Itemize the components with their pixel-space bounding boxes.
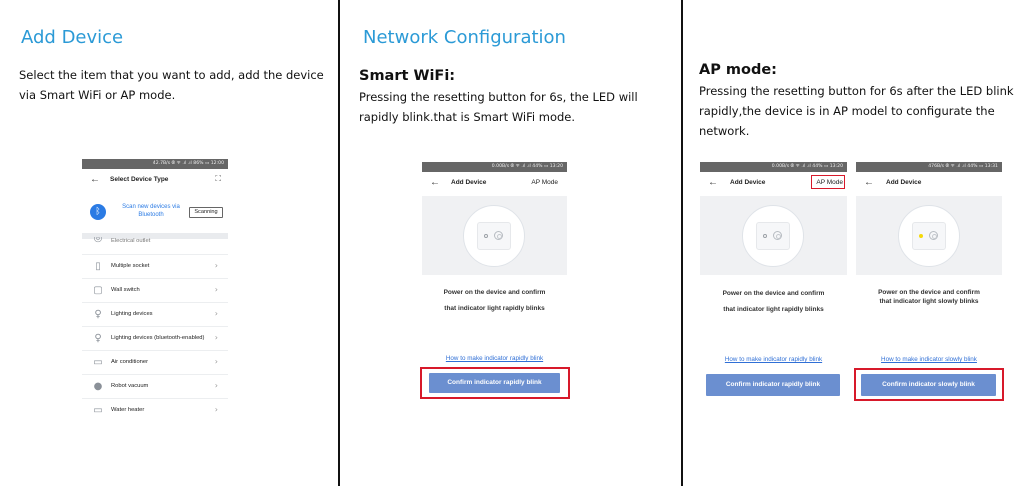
section-description: Pressing the resetting button for 6s, th… bbox=[359, 90, 638, 124]
device-illustration-area bbox=[856, 196, 1002, 275]
list-item[interactable]: ▭ Water heater › bbox=[82, 398, 228, 421]
section-title: Add Device bbox=[21, 27, 124, 48]
list-item-label: Water heater bbox=[111, 407, 145, 413]
phone-header: ← Add Device bbox=[856, 172, 1002, 196]
phone-screenshot-ap-mode: 0.00B/s ⦾ ᯤ .ıl .ıl 44% ▭ 13:20 ← Add De… bbox=[700, 162, 847, 402]
reset-button-icon bbox=[773, 231, 782, 240]
phone-title: Add Device bbox=[451, 179, 487, 186]
instruction-line-1: Power on the device and confirm bbox=[878, 289, 980, 296]
list-item-label: Multiple socket bbox=[111, 263, 150, 269]
instruction-line-1: Power on the device and confirm bbox=[722, 290, 825, 297]
confirm-button[interactable]: Confirm indicator rapidly blink bbox=[706, 374, 840, 396]
how-to-link[interactable]: How to make indicator rapidly blink bbox=[700, 356, 847, 363]
device-illustration-area bbox=[422, 196, 567, 275]
status-bar: 0.00B/s ⦾ ᯤ .ıl .ıl 44% ▭ 13:20 bbox=[422, 162, 567, 172]
section-description: Select the item that you want to add, ad… bbox=[19, 68, 324, 102]
panel-ap-mode: AP mode: Pressing the resetting button f… bbox=[683, 0, 1024, 486]
instruction-line-2: that indicator light rapidly blinks bbox=[444, 305, 545, 312]
chevron-right-icon: › bbox=[214, 333, 218, 342]
list-item-label: Lighting devices (bluetooth-enabled) bbox=[111, 335, 205, 341]
list-item-label: Wall switch bbox=[111, 287, 140, 293]
indicator-led bbox=[763, 234, 767, 238]
outlet-icon: ◎ bbox=[93, 237, 103, 244]
ap-mode-link[interactable]: AP Mode bbox=[531, 179, 558, 186]
indicator-led bbox=[484, 234, 488, 238]
phone-header: ← Add Device AP Mode bbox=[422, 172, 567, 196]
wall-switch-icon: ▢ bbox=[93, 285, 103, 296]
phone-title: Select Device Type bbox=[110, 176, 169, 183]
reset-button-icon bbox=[929, 231, 938, 240]
list-item-label: Lighting devices bbox=[111, 311, 153, 317]
air-conditioner-icon: ▭ bbox=[93, 357, 103, 368]
list-item-label: Electrical outlet bbox=[111, 238, 151, 244]
how-to-link[interactable]: How to make indicator slowly blink bbox=[856, 356, 1002, 363]
indicator-led bbox=[919, 234, 923, 238]
back-arrow-icon[interactable]: ← bbox=[90, 174, 100, 185]
power-strip-icon: ▯ bbox=[95, 261, 101, 272]
how-to-link[interactable]: How to make indicator rapidly blink bbox=[422, 355, 567, 362]
robot-vacuum-icon: ● bbox=[93, 381, 103, 392]
list-item[interactable]: ♀ Lighting devices (bluetooth-enabled) › bbox=[82, 326, 228, 350]
scanning-button[interactable]: Scanning bbox=[189, 207, 223, 218]
bluetooth-scan-row: ᛒ Scan new devices via Bluetooth Scannin… bbox=[82, 193, 228, 233]
section-subhead: AP mode: bbox=[699, 62, 777, 78]
ap-mode-highlight-box bbox=[811, 175, 845, 189]
section-description: Pressing the resetting button for 6s aft… bbox=[699, 84, 1014, 138]
list-item[interactable]: ● Robot vacuum › bbox=[82, 374, 228, 398]
back-arrow-icon[interactable]: ← bbox=[864, 177, 874, 188]
back-arrow-icon[interactable]: ← bbox=[708, 177, 718, 188]
phone-screenshot-smart-wifi: 0.00B/s ⦾ ᯤ .ıl .ıl 44% ▭ 13:20 ← Add De… bbox=[422, 162, 567, 402]
bluetooth-icon: ᛒ bbox=[90, 204, 106, 220]
status-bar: 42.7B/s ⦾ ᯤ .ıl .ıl 86% ▭ 12:00 bbox=[82, 159, 228, 169]
highlight-box bbox=[854, 368, 1004, 401]
instruction-line-1: Power on the device and confirm bbox=[443, 289, 546, 296]
chevron-right-icon: › bbox=[214, 309, 218, 318]
scan-bluetooth-text[interactable]: Scan new devices via Bluetooth bbox=[112, 203, 190, 219]
phone-title: Add Device bbox=[730, 179, 766, 186]
list-item[interactable]: ▯ Multiple socket › bbox=[82, 254, 228, 278]
scan-qr-icon[interactable]: ⛶ bbox=[215, 174, 221, 184]
instruction-line-2: that indicator light slowly blinks bbox=[879, 298, 979, 305]
list-item[interactable]: ▢ Wall switch › bbox=[82, 278, 228, 302]
chevron-right-icon: › bbox=[214, 357, 218, 366]
phone-screenshot-ap-mode-slow-blink: 476B/s ⦾ ᯤ .ıl .ıl 44% ▭ 13:31 ← Add Dev… bbox=[856, 162, 1002, 402]
bulb-icon: ♀ bbox=[94, 309, 102, 320]
reset-button-icon bbox=[494, 231, 503, 240]
back-arrow-icon[interactable]: ← bbox=[430, 177, 440, 188]
chevron-right-icon: › bbox=[214, 381, 218, 390]
phone-header: ← Select Device Type ⛶ bbox=[82, 169, 228, 193]
section-title: Network Configuration bbox=[363, 27, 566, 48]
status-bar: 476B/s ⦾ ᯤ .ıl .ıl 44% ▭ 13:31 bbox=[856, 162, 1002, 172]
panel-add-device: Add Device Select the item that you want… bbox=[0, 0, 338, 486]
device-illustration-area bbox=[700, 196, 847, 275]
instruction-line-2: that indicator light rapidly blinks bbox=[723, 306, 824, 313]
chevron-right-icon: › bbox=[214, 285, 218, 294]
water-heater-icon: ▭ bbox=[93, 405, 103, 416]
list-item[interactable]: ♀ Lighting devices › bbox=[82, 302, 228, 326]
list-item[interactable]: ◎ Electrical outlet bbox=[82, 237, 228, 249]
panel-network-configuration: Network Configuration Smart WiFi: Pressi… bbox=[340, 0, 681, 486]
phone-screenshot-select-device: 42.7B/s ⦾ ᯤ .ıl .ıl 86% ▭ 12:00 ← Select… bbox=[82, 159, 228, 421]
phone-title: Add Device bbox=[886, 179, 922, 186]
section-subhead: Smart WiFi: bbox=[359, 68, 456, 84]
chevron-right-icon: › bbox=[214, 405, 218, 414]
list-item-label: Robot vacuum bbox=[111, 383, 149, 389]
status-bar: 0.00B/s ⦾ ᯤ .ıl .ıl 44% ▭ 13:20 bbox=[700, 162, 847, 172]
list-item[interactable]: ▭ Air conditioner › bbox=[82, 350, 228, 374]
list-item-label: Air conditioner bbox=[111, 359, 149, 365]
highlight-box bbox=[420, 367, 570, 399]
bulb-icon: ♀ bbox=[94, 333, 102, 344]
chevron-right-icon: › bbox=[214, 261, 218, 270]
